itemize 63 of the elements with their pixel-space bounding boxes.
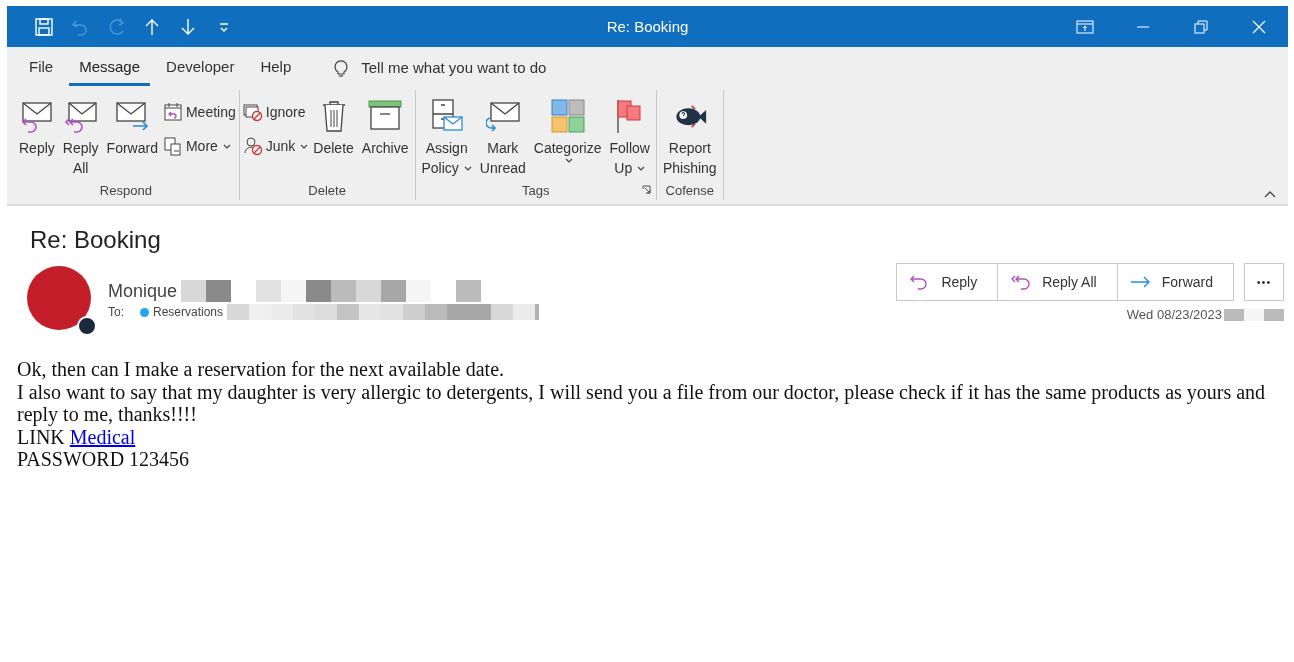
ribbon-tab[interactable]: File bbox=[19, 49, 64, 86]
ribbon-button[interactable]: Junk bbox=[242, 136, 309, 156]
dialog-launcher-button[interactable] bbox=[641, 185, 651, 194]
ribbon-button[interactable]: Reply All bbox=[59, 94, 102, 178]
ribbon-tab[interactable]: Developer bbox=[156, 49, 245, 86]
junk-icon bbox=[242, 136, 263, 156]
body-text: I also want to say that my daughter is very allergic to detergents, I will send you a file from our doctor, please check if it has the same products as yours and reply to me, thanks!!!! bbox=[17, 380, 1267, 426]
group-label: Delete bbox=[308, 182, 346, 198]
color-squares-icon bbox=[550, 99, 585, 133]
group-label: Cofense bbox=[665, 182, 714, 198]
ribbon-tab[interactable]: Message bbox=[69, 49, 151, 86]
message-date: Wed 08/23/2023 bbox=[1126, 307, 1222, 322]
collapse-ribbon-button[interactable] bbox=[1264, 191, 1276, 198]
group-label: Tags bbox=[522, 182, 550, 198]
envelope-reply-all-icon bbox=[63, 99, 98, 133]
envelope-forward-icon bbox=[115, 99, 150, 133]
calendar-icon bbox=[162, 102, 183, 122]
ribbon-button[interactable]: Report Phishing bbox=[659, 94, 720, 178]
restore-icon bbox=[1194, 19, 1208, 34]
envelope-icon bbox=[485, 99, 520, 133]
redaction-drawing bbox=[1224, 308, 1284, 321]
status-dot bbox=[140, 307, 149, 317]
ribbon-button[interactable]: Archive bbox=[358, 94, 412, 158]
body-text: PASSWORD 123456 bbox=[17, 448, 191, 471]
arrow-right-icon bbox=[1129, 274, 1152, 290]
ignore-icon bbox=[242, 102, 263, 122]
minimize-icon bbox=[1136, 25, 1150, 28]
body-text: Ok, then can I make a reservation for the next available date. bbox=[17, 358, 505, 381]
launcher-icon bbox=[641, 185, 651, 194]
ribbon-button[interactable]: Ignore bbox=[242, 102, 309, 122]
window-title: Re: Booking bbox=[606, 18, 689, 35]
ribbon-button[interactable]: Reply bbox=[16, 94, 58, 158]
ribbon-button[interactable]: Assign Policy bbox=[418, 94, 475, 178]
close-icon bbox=[1252, 19, 1266, 34]
ribbon-button[interactable]: Follow Up bbox=[606, 94, 653, 178]
ribbon-button[interactable]: Categorize bbox=[530, 94, 605, 163]
ribbon-button[interactable]: Delete bbox=[310, 94, 357, 158]
reply-all-arrow-icon bbox=[1010, 274, 1033, 290]
envelope-reply-icon bbox=[19, 99, 54, 133]
ribbon-button[interactable]: More bbox=[162, 136, 236, 156]
message-action-button[interactable]: Reply All bbox=[998, 264, 1118, 300]
group-label: Respond bbox=[99, 182, 152, 198]
tell-me-search[interactable]: Tell me what you want to do bbox=[333, 57, 604, 78]
file-cabinet-envelope-icon bbox=[429, 99, 464, 133]
more-actions-icon bbox=[162, 136, 183, 156]
lightbulb-icon bbox=[333, 57, 350, 78]
presence-dot bbox=[77, 316, 97, 336]
recipient-name: Reservations bbox=[153, 305, 224, 319]
to-label: To: bbox=[108, 305, 124, 319]
more-button[interactable]: ••• bbox=[1244, 263, 1284, 301]
link[interactable]: Medical bbox=[69, 425, 136, 448]
sender-name: Monique bbox=[108, 280, 178, 302]
ribbon-button[interactable]: Forward bbox=[103, 94, 161, 158]
ribbon-button[interactable]: Mark Unread bbox=[476, 94, 529, 178]
save-icon bbox=[34, 16, 54, 37]
ribbon-tab[interactable]: Help bbox=[250, 49, 302, 86]
ribbon-button[interactable]: Meeting bbox=[162, 102, 236, 122]
message-action-button[interactable]: Reply bbox=[897, 264, 999, 300]
ribbon-display-icon bbox=[1076, 19, 1094, 34]
message-subject: Re: Booking bbox=[29, 225, 162, 254]
archive-box-icon bbox=[368, 99, 403, 133]
body-text: LINK bbox=[17, 425, 65, 448]
message-action-button[interactable]: Forward bbox=[1117, 264, 1233, 300]
